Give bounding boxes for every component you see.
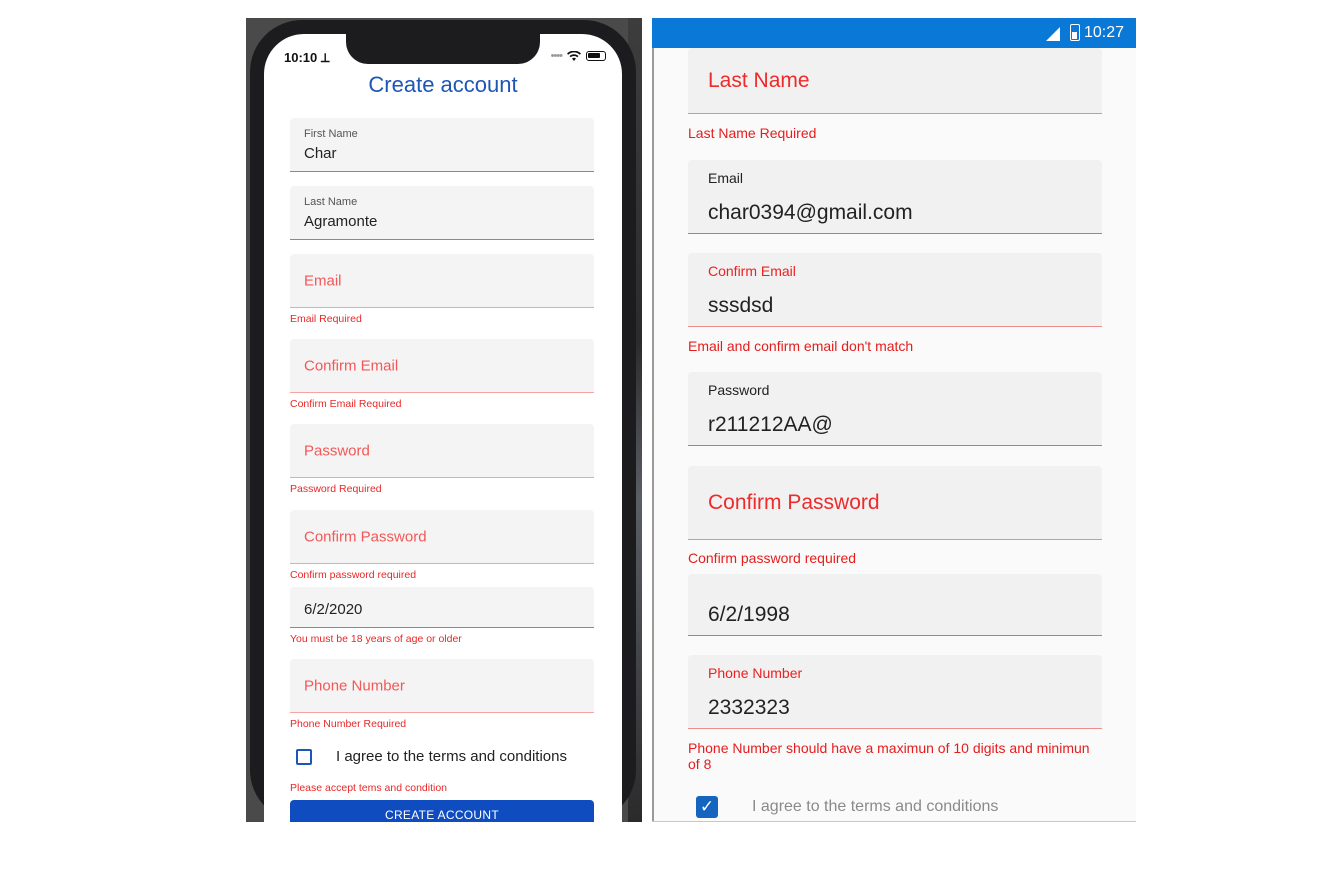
terms-label: I agree to the terms and conditions xyxy=(752,798,999,815)
ios-status-icons: •••• xyxy=(551,50,606,62)
phone-number-value: 2332323 xyxy=(708,696,790,719)
password-field[interactable]: Password xyxy=(290,424,594,478)
confirm-password-placeholder: Confirm Password xyxy=(708,490,880,514)
ios-status-time: 10:10 ⟂ xyxy=(284,50,330,65)
confirm-password-error: Confirm password required xyxy=(290,569,417,581)
birthdate-value: 6/2/2020 xyxy=(304,601,363,618)
email-field[interactable]: Email xyxy=(290,254,594,308)
android-status-bar: 10:27 xyxy=(652,18,1136,48)
first-name-field[interactable]: First Name Char xyxy=(290,118,594,172)
confirm-password-field[interactable]: Confirm Password xyxy=(290,510,594,564)
iphone-frame: 10:10 ⟂ •••• Create account First Name C… xyxy=(250,20,636,822)
battery-icon xyxy=(586,51,606,61)
ios-screen: 10:10 ⟂ •••• Create account First Name C… xyxy=(264,34,622,822)
email-error: Email Required xyxy=(290,313,362,325)
terms-checkbox[interactable] xyxy=(296,749,312,765)
password-error: Password Required xyxy=(290,483,382,495)
password-value: r211212AA@ xyxy=(708,413,833,436)
phone-number-label: Phone Number xyxy=(708,665,803,681)
confirm-password-error: Confirm password required xyxy=(688,550,857,566)
birthdate-field[interactable]: 6/2/2020 xyxy=(290,587,594,628)
window-edge xyxy=(652,48,654,821)
confirm-email-placeholder: Confirm Email xyxy=(304,357,399,374)
phone-number-placeholder: Phone Number xyxy=(304,677,405,694)
last-name-label: Last Name xyxy=(304,196,358,208)
phone-number-error: Phone Number Required xyxy=(290,718,407,730)
android-screenshot: 10:27 Last Name Last Name Required Email… xyxy=(652,18,1136,822)
last-name-field[interactable]: Last Name Agramonte xyxy=(290,186,594,240)
confirm-email-field[interactable]: Confirm Email xyxy=(290,339,594,393)
confirm-email-label: Confirm Email xyxy=(708,263,796,279)
confirm-password-field[interactable]: Confirm Password xyxy=(688,466,1102,540)
first-name-label: First Name xyxy=(304,128,358,140)
phone-number-field[interactable]: Phone Number 2332323 xyxy=(688,655,1102,729)
terms-checkbox[interactable]: ✓ xyxy=(696,796,718,818)
email-placeholder: Email xyxy=(304,272,342,289)
last-name-value: Agramonte xyxy=(304,213,378,230)
ios-screenshot: 10:10 ⟂ •••• Create account First Name C… xyxy=(246,18,642,822)
confirm-email-value: sssdsd xyxy=(708,294,774,317)
battery-icon xyxy=(1070,24,1080,41)
last-name-placeholder: Last Name xyxy=(708,68,810,92)
page-title: Create account xyxy=(368,72,518,97)
confirm-email-error: Email and confirm email don't match xyxy=(688,338,914,354)
last-name-field[interactable]: Last Name xyxy=(688,48,1102,114)
cell-signal-icon xyxy=(1046,27,1060,41)
phone-number-field[interactable]: Phone Number xyxy=(290,659,594,713)
create-account-button[interactable]: CREATE ACCOUNT xyxy=(290,800,594,822)
confirm-password-placeholder: Confirm Password xyxy=(304,528,427,545)
terms-error: Please accept tems and condition xyxy=(290,782,448,794)
wifi-icon xyxy=(567,50,581,61)
password-field[interactable]: Password r211212AA@ xyxy=(688,372,1102,446)
password-placeholder: Password xyxy=(304,442,370,459)
birthdate-field[interactable]: 6/2/1998 xyxy=(688,574,1102,636)
email-value: char0394@gmail.com xyxy=(708,201,913,224)
last-name-error: Last Name Required xyxy=(688,125,817,141)
email-label: Email xyxy=(708,170,744,186)
confirm-email-field[interactable]: Confirm Email sssdsd xyxy=(688,253,1102,327)
android-status-time: 10:27 xyxy=(1083,24,1124,41)
comparison-stage: 10:10 ⟂ •••• Create account First Name C… xyxy=(0,0,1330,870)
confirm-email-error: Confirm Email Required xyxy=(290,398,402,410)
birthdate-value: 6/2/1998 xyxy=(708,603,790,626)
terms-label: I agree to the terms and conditions xyxy=(336,748,567,765)
first-name-value: Char xyxy=(304,145,337,162)
phone-number-error: Phone Number should have a maximun of 10… xyxy=(688,740,1090,772)
password-label: Password xyxy=(708,382,770,398)
iphone-notch xyxy=(346,34,540,64)
signal-dots-icon: •••• xyxy=(550,50,563,62)
birthdate-error: You must be 18 years of age or older xyxy=(290,633,462,645)
email-field[interactable]: Email char0394@gmail.com xyxy=(688,160,1102,234)
